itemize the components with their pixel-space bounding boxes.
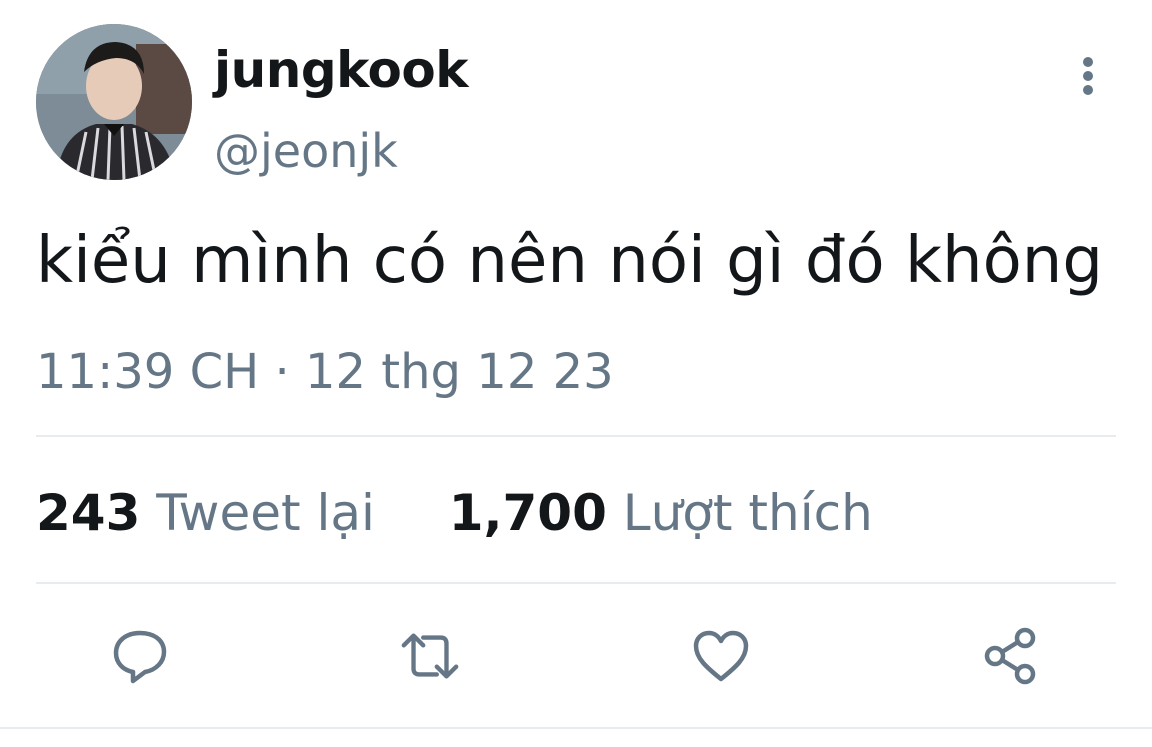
more-options-icon[interactable]: [1064, 52, 1112, 100]
retweet-icon: [401, 633, 459, 679]
likes-count: 1,700: [448, 484, 607, 542]
share-icon: [984, 627, 1036, 685]
tweet-text: kiểu mình có nên nói gì đó không: [36, 224, 1103, 298]
user-handle[interactable]: @jeonjk: [214, 122, 398, 180]
retweets-stat[interactable]: 243 Tweet lại: [36, 484, 391, 542]
divider: [0, 727, 1152, 729]
avatar-image: [36, 24, 192, 180]
retweet-button[interactable]: [398, 624, 462, 688]
retweets-label: Tweet lại: [156, 484, 375, 542]
heart-icon: [693, 630, 749, 682]
likes-stat[interactable]: 1,700 Lượt thích: [449, 484, 873, 542]
retweets-count: 243: [36, 484, 141, 542]
tweet-timestamp[interactable]: 11:39 CH · 12 thg 12 23: [36, 342, 614, 402]
like-button[interactable]: [689, 624, 753, 688]
avatar[interactable]: [36, 24, 192, 180]
tweet-stats: 243 Tweet lại 1,700 Lượt thích: [36, 482, 873, 544]
likes-label: Lượt thích: [622, 484, 873, 542]
share-button[interactable]: [979, 624, 1043, 688]
display-name[interactable]: jungkook: [214, 40, 468, 100]
divider: [36, 582, 1116, 584]
divider: [36, 435, 1116, 437]
reply-button[interactable]: [108, 624, 172, 688]
reply-icon: [113, 630, 167, 684]
